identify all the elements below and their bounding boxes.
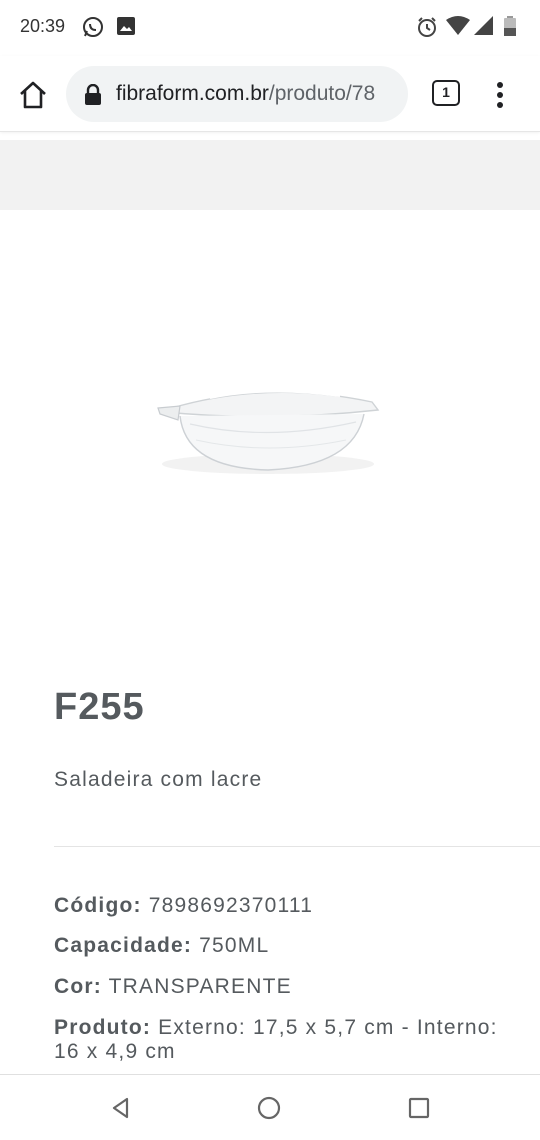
wifi-icon bbox=[446, 16, 470, 41]
spec-cor: Cor: TRANSPARENTE bbox=[54, 975, 514, 999]
lock-icon bbox=[84, 83, 102, 111]
gallery-icon bbox=[116, 16, 136, 41]
spec-label: Capacidade: bbox=[54, 934, 193, 957]
spec-capacidade: Capacidade: 750ML bbox=[54, 934, 514, 958]
spec-value: 7898692370111 bbox=[148, 894, 314, 917]
home-circle-icon[interactable] bbox=[256, 1095, 282, 1121]
system-nav-bar bbox=[0, 1074, 540, 1140]
tabs-button[interactable]: 1 bbox=[432, 80, 460, 106]
url-text: fibraform.com.br/produto/78 bbox=[116, 82, 375, 106]
browser-toolbar: fibraform.com.br/produto/78 1 bbox=[0, 56, 540, 132]
product-subtitle: Saladeira com lacre bbox=[54, 768, 263, 791]
recents-icon[interactable] bbox=[406, 1095, 432, 1121]
home-icon[interactable] bbox=[16, 78, 50, 112]
spec-value: 750ML bbox=[199, 934, 270, 957]
battery-icon bbox=[504, 16, 516, 41]
spec-produto: Produto: Externo: 17,5 x 5,7 cm - Intern… bbox=[54, 1016, 514, 1064]
back-icon[interactable] bbox=[108, 1095, 134, 1121]
alarm-icon bbox=[416, 16, 438, 43]
divider bbox=[54, 846, 540, 847]
header-banner bbox=[0, 140, 540, 210]
spec-label: Produto: bbox=[54, 1016, 152, 1039]
spec-label: Código: bbox=[54, 894, 142, 917]
spec-value: TRANSPARENTE bbox=[108, 975, 292, 998]
spec-label: Cor: bbox=[54, 975, 102, 998]
status-bar: 20:39 bbox=[0, 0, 540, 56]
more-vert-icon[interactable] bbox=[488, 78, 512, 112]
signal-icon bbox=[474, 16, 494, 41]
product-title: F255 bbox=[54, 686, 145, 728]
spec-codigo: Código: 7898692370111 bbox=[54, 894, 514, 918]
url-domain: fibraform.com.br bbox=[116, 82, 269, 105]
status-time: 20:39 bbox=[20, 16, 66, 36]
product-image[interactable] bbox=[150, 360, 390, 500]
address-bar[interactable]: fibraform.com.br/produto/78 bbox=[66, 66, 408, 122]
tab-count: 1 bbox=[442, 84, 450, 100]
whatsapp-icon bbox=[82, 16, 104, 43]
url-path: /produto/78 bbox=[268, 82, 376, 105]
